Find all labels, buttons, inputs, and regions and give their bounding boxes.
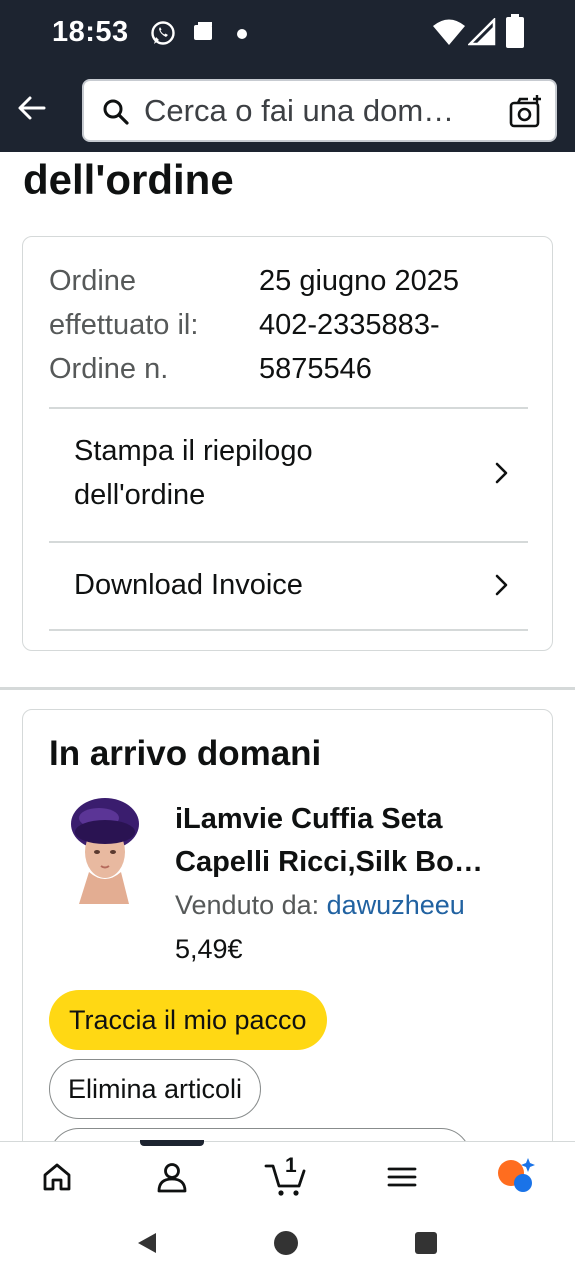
page-title: dell'ordine: [23, 156, 234, 203]
sold-by: Venduto da: dawuzheeu: [175, 890, 465, 921]
system-nav: [0, 1202, 575, 1280]
back-arrow-icon[interactable]: [14, 90, 50, 126]
order-number-value-1: 402-2335883-: [259, 309, 440, 341]
menu-icon[interactable]: [385, 1160, 419, 1194]
system-recents-icon[interactable]: [414, 1231, 438, 1255]
home-icon[interactable]: [40, 1160, 74, 1194]
divider: [49, 629, 528, 631]
status-bar: 18:53: [0, 0, 575, 66]
order-date-value: 25 giugno 2025: [259, 265, 459, 297]
chevron-right-icon: [495, 574, 508, 596]
track-package-button[interactable]: Traccia il mio pacco: [49, 990, 327, 1050]
product-title[interactable]: iLamvie Cuffia Seta Capelli Ricci,Silk B…: [175, 798, 535, 884]
product-price: 5,49€: [175, 934, 243, 964]
account-icon[interactable]: [155, 1160, 189, 1194]
section-separator: [0, 687, 575, 690]
order-number-value-2: 5875546: [259, 353, 372, 385]
wifi-icon: [433, 19, 465, 45]
camera-icon[interactable]: [508, 94, 544, 130]
system-home-icon[interactable]: [273, 1230, 299, 1256]
seller-link[interactable]: dawuzheeu: [327, 890, 465, 920]
notification-dot-icon: [237, 29, 247, 39]
product-title-line1: iLamvie Cuffia Seta: [175, 803, 443, 835]
search-bar[interactable]: [82, 79, 557, 142]
search-input[interactable]: [144, 89, 504, 133]
rufus-icon[interactable]: [496, 1156, 538, 1194]
battery-icon: [506, 14, 524, 48]
top-bar: 18:53: [0, 0, 575, 152]
product-image[interactable]: [59, 794, 149, 904]
product-title-line2: Capelli Ricci,Silk Bo…: [175, 846, 483, 878]
cart-count: 1: [285, 1154, 297, 1177]
order-number-label: Ordine n.: [49, 353, 169, 385]
chevron-right-icon: [495, 462, 508, 484]
status-time: 18:53: [52, 16, 129, 48]
notification-icon: [194, 22, 212, 40]
download-invoice-label: Download Invoice: [74, 569, 303, 601]
whatsapp-icon: [151, 21, 175, 45]
order-date-label-2: effettuato il:: [49, 309, 199, 341]
signal-icon: [468, 18, 496, 46]
delete-items-button[interactable]: Elimina articoli: [49, 1059, 262, 1119]
order-date-label: Ordine: [49, 265, 137, 297]
order-info-card: Ordine effettuato il: 25 giugno 2025 Ord…: [22, 236, 553, 651]
bottom-nav: 1: [0, 1140, 575, 1280]
sold-by-label: Venduto da:: [175, 890, 320, 920]
system-back-icon[interactable]: [134, 1230, 160, 1256]
cart-button[interactable]: 1: [264, 1154, 308, 1198]
print-summary-line1: Stampa il riepilogo: [74, 435, 313, 467]
download-invoice-link[interactable]: Download Invoice: [49, 543, 528, 629]
delivery-status-title: In arrivo domani: [49, 734, 322, 773]
search-icon[interactable]: [102, 98, 130, 126]
print-summary-link[interactable]: Stampa il riepilogo dell'ordine: [49, 409, 528, 541]
active-tab-indicator: [140, 1140, 204, 1146]
print-summary-line2: dell'ordine: [74, 479, 206, 511]
